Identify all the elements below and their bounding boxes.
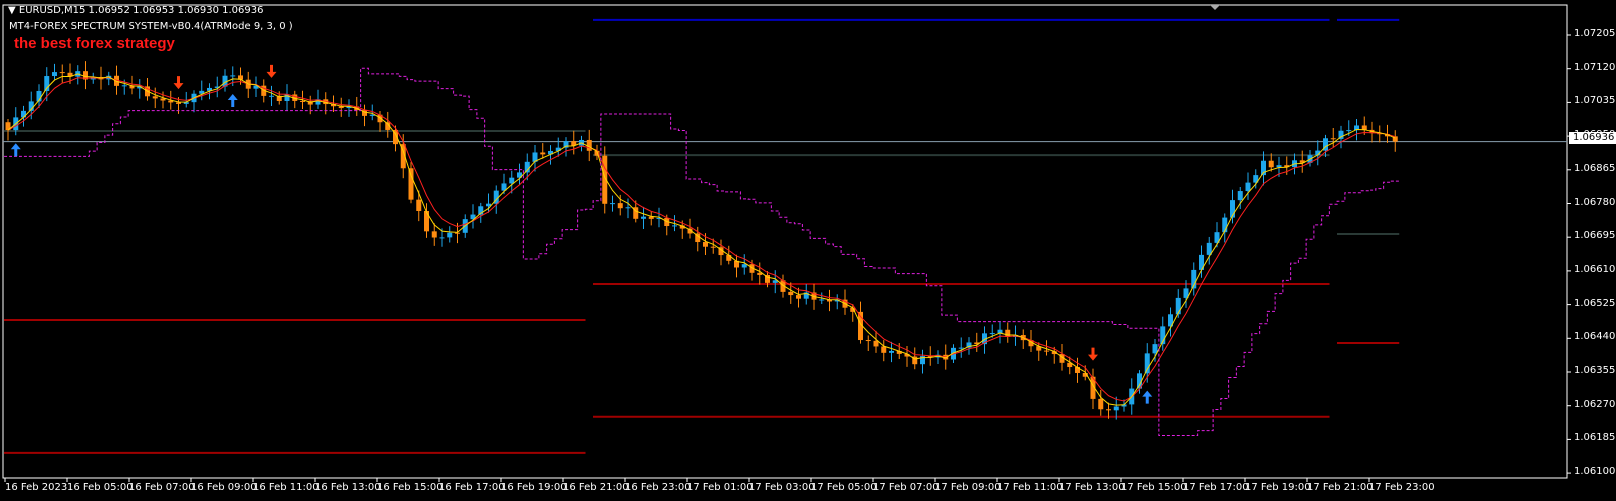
- bear-candle: [59, 72, 65, 74]
- collapse-triangle-icon[interactable]: ▼: [8, 5, 19, 16]
- x-tick-label: 16 Feb 11:00: [253, 482, 319, 493]
- y-tick-label: 1.06780: [1574, 196, 1616, 208]
- bear-candle: [710, 246, 716, 248]
- x-tick-label: 17 Feb 03:00: [749, 482, 815, 493]
- indicator-label: MT4-FOREX SPECTRUM SYSTEM-vB0.4(ATRMode …: [9, 21, 293, 32]
- bull-candle: [1276, 165, 1282, 168]
- y-tick-label: 1.06525: [1574, 297, 1616, 309]
- symbol-info: ▼ EURUSD,M15 1.06952 1.06953 1.06930 1.0…: [8, 5, 263, 16]
- bull-candle: [230, 75, 236, 77]
- bear-candle: [176, 102, 181, 104]
- bull-candle: [958, 347, 964, 349]
- x-tick-label: 16 Feb 15:00: [377, 482, 443, 493]
- x-tick-label: 16 Feb 05:00: [67, 482, 133, 493]
- bear-candle: [1106, 409, 1111, 411]
- y-tick-label: 1.06270: [1574, 398, 1616, 410]
- bull-candle: [889, 350, 894, 353]
- bull-candle: [447, 232, 453, 238]
- current-price-label: 1.06936: [1569, 132, 1616, 144]
- bull-candle: [610, 203, 615, 205]
- x-tick-label: 17 Feb 09:00: [935, 482, 1001, 493]
- bear-candle: [1330, 138, 1336, 140]
- x-tick-label: 17 Feb 21:00: [1307, 482, 1373, 493]
- bear-candle: [703, 242, 708, 247]
- bull-candle: [121, 85, 127, 87]
- x-tick-label: 17 Feb 01:00: [687, 482, 753, 493]
- bear-candle: [726, 255, 732, 261]
- y-tick-label: 1.07205: [1574, 28, 1616, 39]
- bear-candle: [1044, 350, 1049, 352]
- bear-candle: [424, 210, 429, 232]
- y-tick-label: 1.06100: [1574, 466, 1616, 478]
- x-tick-label: 16 Feb 09:00: [191, 482, 257, 493]
- y-tick-label: 1.06440: [1574, 331, 1616, 343]
- bull-candle: [1144, 353, 1150, 374]
- bull-candle: [1152, 344, 1158, 354]
- y-tick-label: 1.06185: [1574, 432, 1616, 444]
- bull-candle: [269, 95, 274, 97]
- x-tick-label: 16 Feb 19:00: [501, 482, 567, 493]
- bear-candle: [1098, 398, 1104, 410]
- bull-candle: [819, 299, 825, 301]
- x-tick-label: 16 Feb 13:00: [315, 482, 381, 493]
- bear-candle: [617, 203, 623, 209]
- bear-candle: [881, 346, 887, 353]
- y-tick-label: 1.07120: [1574, 61, 1616, 73]
- bull-candle: [1346, 130, 1352, 132]
- bull-candle: [741, 264, 747, 268]
- x-tick-label: 16 Feb 07:00: [129, 482, 195, 493]
- promo-text: the best forex strategy: [14, 35, 175, 52]
- x-tick-label: 17 Feb 15:00: [1121, 482, 1187, 493]
- symbol-quote: EURUSD,M15 1.06952 1.06953 1.06930 1.069…: [18, 5, 264, 16]
- x-tick-label: 17 Feb 19:00: [1245, 482, 1311, 493]
- bull-candle: [1245, 182, 1251, 192]
- bull-candle: [625, 207, 631, 209]
- bull-candle: [641, 216, 646, 219]
- price-chart[interactable]: [0, 0, 1616, 501]
- bear-candle: [300, 100, 305, 102]
- bear-candle: [586, 139, 592, 151]
- bear-candle: [540, 152, 546, 155]
- x-tick-label: 16 Feb 2023: [5, 482, 68, 493]
- y-tick-label: 1.06865: [1574, 162, 1616, 174]
- bull-candle: [1113, 406, 1119, 411]
- x-tick-label: 17 Feb 05:00: [811, 482, 877, 493]
- x-tick-label: 16 Feb 23:00: [625, 482, 691, 493]
- x-tick-label: 17 Feb 07:00: [873, 482, 939, 493]
- bull-candle: [21, 110, 26, 118]
- y-tick-label: 1.07035: [1574, 95, 1616, 107]
- bull-candle: [1175, 297, 1181, 315]
- background: [0, 0, 1616, 501]
- y-tick-label: 1.06695: [1574, 230, 1616, 242]
- bear-candle: [160, 98, 166, 101]
- bull-candle: [989, 333, 995, 335]
- bear-candle: [431, 231, 437, 238]
- y-tick-label: 1.06355: [1574, 365, 1616, 376]
- bull-candle: [52, 72, 57, 77]
- bear-candle: [152, 96, 158, 99]
- x-tick-label: 16 Feb 21:00: [563, 482, 629, 493]
- bear-candle: [865, 340, 871, 342]
- bear-candle: [873, 340, 879, 347]
- x-tick-label: 17 Feb 23:00: [1369, 482, 1435, 493]
- bull-candle: [1237, 191, 1243, 201]
- bear-candle: [796, 295, 801, 299]
- bear-candle: [455, 232, 460, 234]
- y-tick-label: 1.06610: [1574, 263, 1616, 275]
- bull-candle: [439, 237, 445, 239]
- bear-candle: [1268, 160, 1274, 168]
- bear-candle: [416, 199, 422, 211]
- bull-candle: [672, 225, 677, 227]
- x-tick-label: 17 Feb 17:00: [1183, 482, 1249, 493]
- x-tick-label: 17 Feb 13:00: [1059, 482, 1125, 493]
- x-tick-label: 16 Feb 17:00: [439, 482, 505, 493]
- bear-candle: [408, 168, 414, 200]
- bear-candle: [788, 291, 794, 296]
- x-tick-label: 17 Feb 11:00: [997, 482, 1063, 493]
